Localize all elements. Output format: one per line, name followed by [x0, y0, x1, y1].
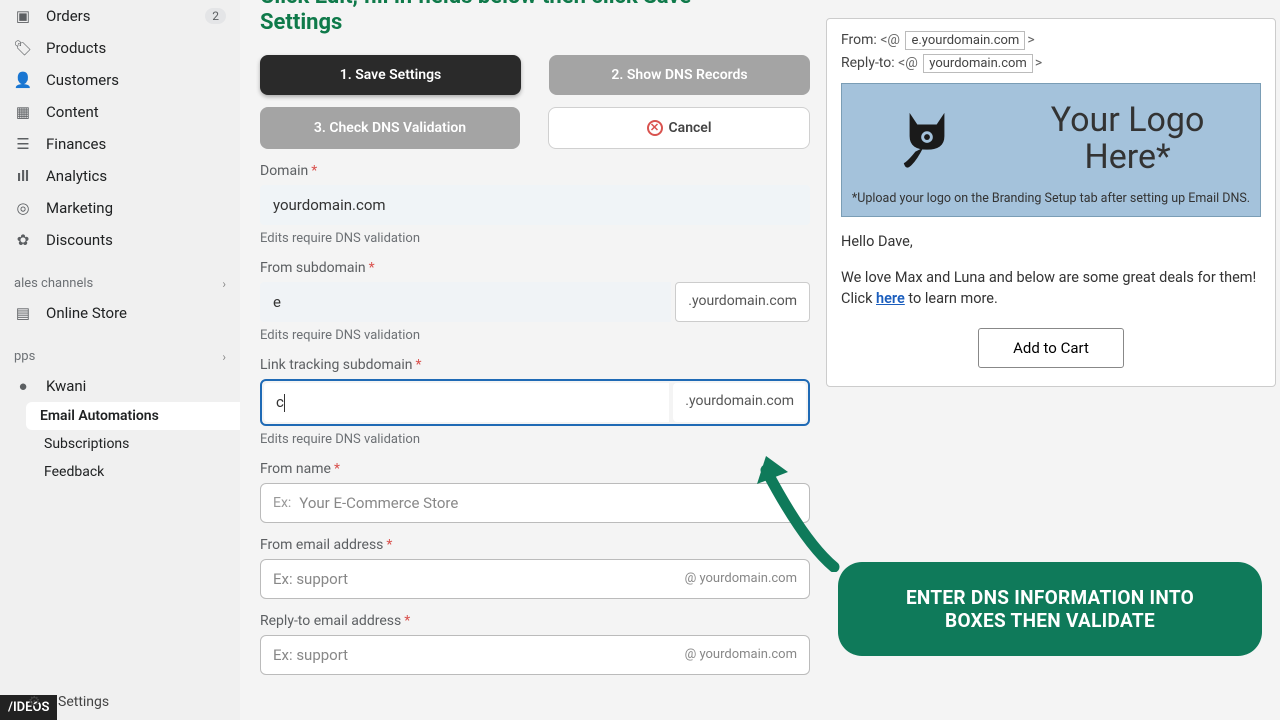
preview-body: Hello Dave, We love Max and Luna and bel… — [841, 231, 1261, 310]
preview-reply-to: Reply-to: <@ yourdomain.com> — [841, 54, 1261, 73]
sidebar-item-analytics[interactable]: ıll Analytics — [0, 160, 240, 192]
link-tracking-field: Link tracking subdomain* c .yourdomain.c… — [260, 357, 810, 447]
page-title: Click Edit, fill in fields below then cl… — [260, 0, 810, 37]
sidebar-item-content[interactable]: ▦ Content — [0, 96, 240, 128]
from-subdomain-input[interactable]: e — [260, 282, 671, 322]
sidebar-item-label: Products — [46, 39, 106, 57]
sidebar-item-products[interactable]: 🏷 Products — [0, 32, 240, 64]
inbox-icon: ▣ — [14, 7, 32, 25]
instruction-callout: ENTER DNS INFORMATION INTO BOXES THEN VA… — [838, 562, 1262, 656]
from-subdomain-field: From subdomain* e .yourdomain.com Edits … — [260, 260, 810, 343]
sidebar-item-kwani[interactable]: ● Kwani — [0, 370, 240, 402]
reply-to-input[interactable]: Ex: support @ yourdomain.com — [260, 635, 810, 675]
chevron-right-icon: › — [222, 350, 226, 364]
from-name-field: From name* Ex: Your E-Commerce Store — [260, 461, 810, 523]
domain-suffix: .yourdomain.com — [675, 282, 810, 322]
from-name-input[interactable]: Ex: Your E-Commerce Store — [260, 483, 810, 523]
section-apps[interactable]: pps › — [0, 343, 240, 370]
chart-icon: ıll — [14, 167, 32, 185]
link-tracking-input[interactable]: c — [264, 383, 669, 422]
sidebar-item-subscriptions[interactable]: Subscriptions — [30, 430, 240, 458]
close-icon: ✕ — [647, 120, 663, 136]
target-icon: ◎ — [14, 199, 32, 217]
domain-input[interactable]: yourdomain.com — [260, 185, 810, 225]
sidebar-item-discounts[interactable]: ✿ Discounts — [0, 224, 240, 256]
orders-badge: 2 — [205, 8, 226, 24]
sidebar-item-label: Content — [46, 103, 99, 121]
sidebar-item-label: Customers — [46, 71, 119, 89]
person-icon: 👤 — [14, 71, 32, 89]
domain-field: Domain* yourdomain.com Edits require DNS… — [260, 163, 810, 246]
chevron-right-icon: › — [222, 277, 226, 291]
email-preview: From: <@ e.yourdomain.com> Reply-to: <@ … — [826, 18, 1276, 387]
sidebar-item-label: Feedback — [44, 464, 104, 480]
sidebar-item-email-automations[interactable]: Email Automations — [26, 402, 240, 430]
preview-here-link[interactable]: here — [876, 290, 905, 307]
cancel-button[interactable]: ✕ Cancel — [548, 107, 810, 149]
sidebar-item-feedback[interactable]: Feedback — [30, 458, 240, 486]
reply-to-field: Reply-to email address* Ex: support @ yo… — [260, 613, 810, 675]
add-to-cart-button[interactable]: Add to Cart — [978, 328, 1124, 368]
show-dns-button[interactable]: 2. Show DNS Records — [549, 55, 810, 95]
logo-placeholder: Your LogoHere* *Upload your logo on the … — [841, 83, 1261, 217]
sidebar-item-label: Orders — [46, 7, 91, 25]
sidebar: ▣ Orders 2 🏷 Products 👤 Customers ▦ Cont… — [0, 0, 240, 720]
sidebar-item-customers[interactable]: 👤 Customers — [0, 64, 240, 96]
discount-icon: ✿ — [14, 231, 32, 249]
sidebar-item-orders[interactable]: ▣ Orders 2 — [0, 0, 240, 32]
gear-icon: ⚙ — [28, 694, 46, 710]
preview-from: From: <@ e.yourdomain.com> — [841, 31, 1261, 50]
camera-icon: ▦ — [14, 103, 32, 121]
sidebar-item-settings[interactable]: ⚙ Settings — [14, 688, 123, 716]
sidebar-item-finances[interactable]: ☰ Finances — [0, 128, 240, 160]
main-content: Click Edit, fill in fields below then cl… — [260, 0, 820, 675]
app-icon: ● — [14, 377, 32, 395]
bars-icon: ☰ — [14, 135, 32, 153]
kwani-subnav: Email Automations Subscriptions Feedback — [0, 402, 240, 486]
sidebar-item-label: Finances — [46, 135, 106, 153]
check-dns-button[interactable]: 3. Check DNS Validation — [260, 107, 520, 149]
sidebar-item-label: Email Automations — [40, 408, 159, 424]
sidebar-item-label: Subscriptions — [44, 436, 129, 452]
sidebar-item-label: Discounts — [46, 231, 113, 249]
save-settings-button[interactable]: 1. Save Settings — [260, 55, 521, 95]
tag-icon: 🏷 — [14, 39, 32, 57]
store-icon: ▤ — [14, 304, 32, 322]
arrow-annotation — [754, 452, 844, 572]
from-email-field: From email address* Ex: support @ yourdo… — [260, 537, 810, 599]
domain-hint: Edits require DNS validation — [260, 231, 810, 246]
sidebar-item-label: Online Store — [46, 304, 127, 322]
from-email-input[interactable]: Ex: support @ yourdomain.com — [260, 559, 810, 599]
section-sales-channels[interactable]: ales channels › — [0, 270, 240, 297]
sidebar-item-label: Analytics — [46, 167, 107, 185]
sidebar-item-label: Kwani — [46, 377, 86, 395]
sidebar-item-online-store[interactable]: ▤ Online Store — [0, 297, 240, 329]
cat-icon — [898, 105, 956, 173]
domain-suffix: .yourdomain.com — [673, 383, 806, 422]
sidebar-item-label: Marketing — [46, 199, 113, 217]
sidebar-item-marketing[interactable]: ◎ Marketing — [0, 192, 240, 224]
